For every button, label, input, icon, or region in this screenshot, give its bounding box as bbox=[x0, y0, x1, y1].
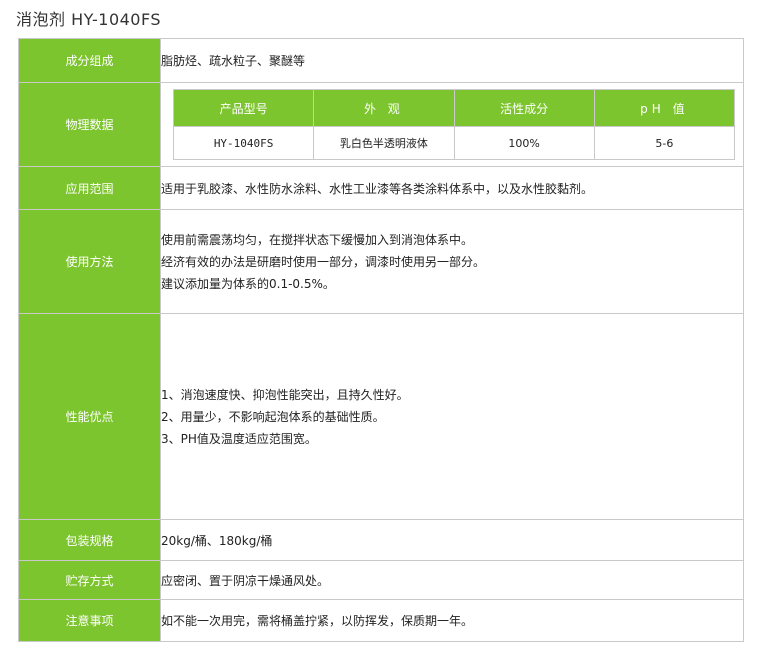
value-active-content: 100% bbox=[453, 126, 595, 160]
scope-value: 适用于乳胶漆、水性防水涂料、水性工业漆等各类涂料体系中，以及水性胶黏剂。 bbox=[160, 166, 744, 210]
label-packaging: 包装规格 bbox=[18, 519, 161, 561]
performance-lines: 1、消泡速度快、抑泡性能突出，且持久性好。 2、用量少，不影响起泡体系的基础性质… bbox=[160, 313, 744, 520]
physical-data-table: 产品型号 外 观 活性成分 pH 值 HY-1040FS 乳白色半透明液体 10… bbox=[172, 89, 736, 160]
packaging-value: 20kg/桶、180kg/桶 bbox=[160, 519, 744, 561]
row-notes: 注意事项 如不能一次用完，需将桶盖拧紧，以防挥发，保质期一年。 bbox=[18, 599, 744, 642]
value-appearance: 乳白色半透明液体 bbox=[313, 126, 455, 160]
performance-line: 2、用量少，不影响起泡体系的基础性质。 bbox=[161, 409, 385, 424]
row-packaging: 包装规格 20kg/桶、180kg/桶 bbox=[18, 519, 744, 561]
row-usage: 使用方法 使用前需震荡均匀，在搅拌状态下缓慢加入到消泡体系中。 经济有效的办法是… bbox=[18, 209, 744, 314]
physical-header-row: 产品型号 外 观 活性成分 pH 值 bbox=[172, 89, 736, 127]
spec-table: 成分组成 脂肪烃、疏水粒子、聚醚等 物理数据 产品型号 外 观 活性成分 pH … bbox=[18, 38, 744, 642]
row-physical: 物理数据 产品型号 外 观 活性成分 pH 值 HY-1040FS 乳白色半透明… bbox=[18, 82, 744, 167]
label-physical: 物理数据 bbox=[18, 82, 161, 167]
label-scope: 应用范围 bbox=[18, 166, 161, 210]
row-storage: 贮存方式 应密闭、置于阴凉干燥通风处。 bbox=[18, 560, 744, 600]
usage-lines: 使用前需震荡均匀，在搅拌状态下缓慢加入到消泡体系中。 经济有效的办法是研磨时使用… bbox=[160, 209, 744, 314]
label-usage: 使用方法 bbox=[18, 209, 161, 314]
header-model: 产品型号 bbox=[172, 89, 315, 127]
performance-line: 1、消泡速度快、抑泡性能突出，且持久性好。 bbox=[161, 387, 409, 402]
composition-value: 脂肪烃、疏水粒子、聚醚等 bbox=[160, 38, 744, 83]
usage-line: 使用前需震荡均匀，在搅拌状态下缓慢加入到消泡体系中。 bbox=[161, 232, 474, 247]
row-scope: 应用范围 适用于乳胶漆、水性防水涂料、水性工业漆等各类涂料体系中，以及水性胶黏剂… bbox=[18, 166, 744, 210]
usage-line: 经济有效的办法是研磨时使用一部分，调漆时使用另一部分。 bbox=[161, 254, 486, 269]
label-composition: 成分组成 bbox=[18, 38, 161, 83]
label-performance: 性能优点 bbox=[18, 313, 161, 520]
physical-value-row: HY-1040FS 乳白色半透明液体 100% 5-6 bbox=[172, 126, 736, 160]
usage-line: 建议添加量为体系的0.1-0.5%。 bbox=[161, 276, 335, 291]
row-performance: 性能优点 1、消泡速度快、抑泡性能突出，且持久性好。 2、用量少，不影响起泡体系… bbox=[18, 313, 744, 520]
header-appearance: 外 观 bbox=[313, 89, 455, 127]
header-ph: pH 值 bbox=[593, 89, 736, 127]
header-active-content: 活性成分 bbox=[453, 89, 595, 127]
value-model: HY-1040FS bbox=[172, 126, 315, 160]
label-notes: 注意事项 bbox=[18, 599, 161, 642]
page-title: 消泡剂 HY-1040FS bbox=[16, 10, 162, 29]
label-storage: 贮存方式 bbox=[18, 560, 161, 600]
row-composition: 成分组成 脂肪烃、疏水粒子、聚醚等 bbox=[18, 38, 744, 83]
performance-line: 3、PH值及温度适应范围宽。 bbox=[161, 431, 317, 446]
physical-data-cell: 产品型号 外 观 活性成分 pH 值 HY-1040FS 乳白色半透明液体 10… bbox=[160, 82, 744, 167]
value-ph: 5-6 bbox=[593, 126, 736, 160]
notes-value: 如不能一次用完，需将桶盖拧紧，以防挥发，保质期一年。 bbox=[160, 599, 744, 642]
storage-value: 应密闭、置于阴凉干燥通风处。 bbox=[160, 560, 744, 600]
